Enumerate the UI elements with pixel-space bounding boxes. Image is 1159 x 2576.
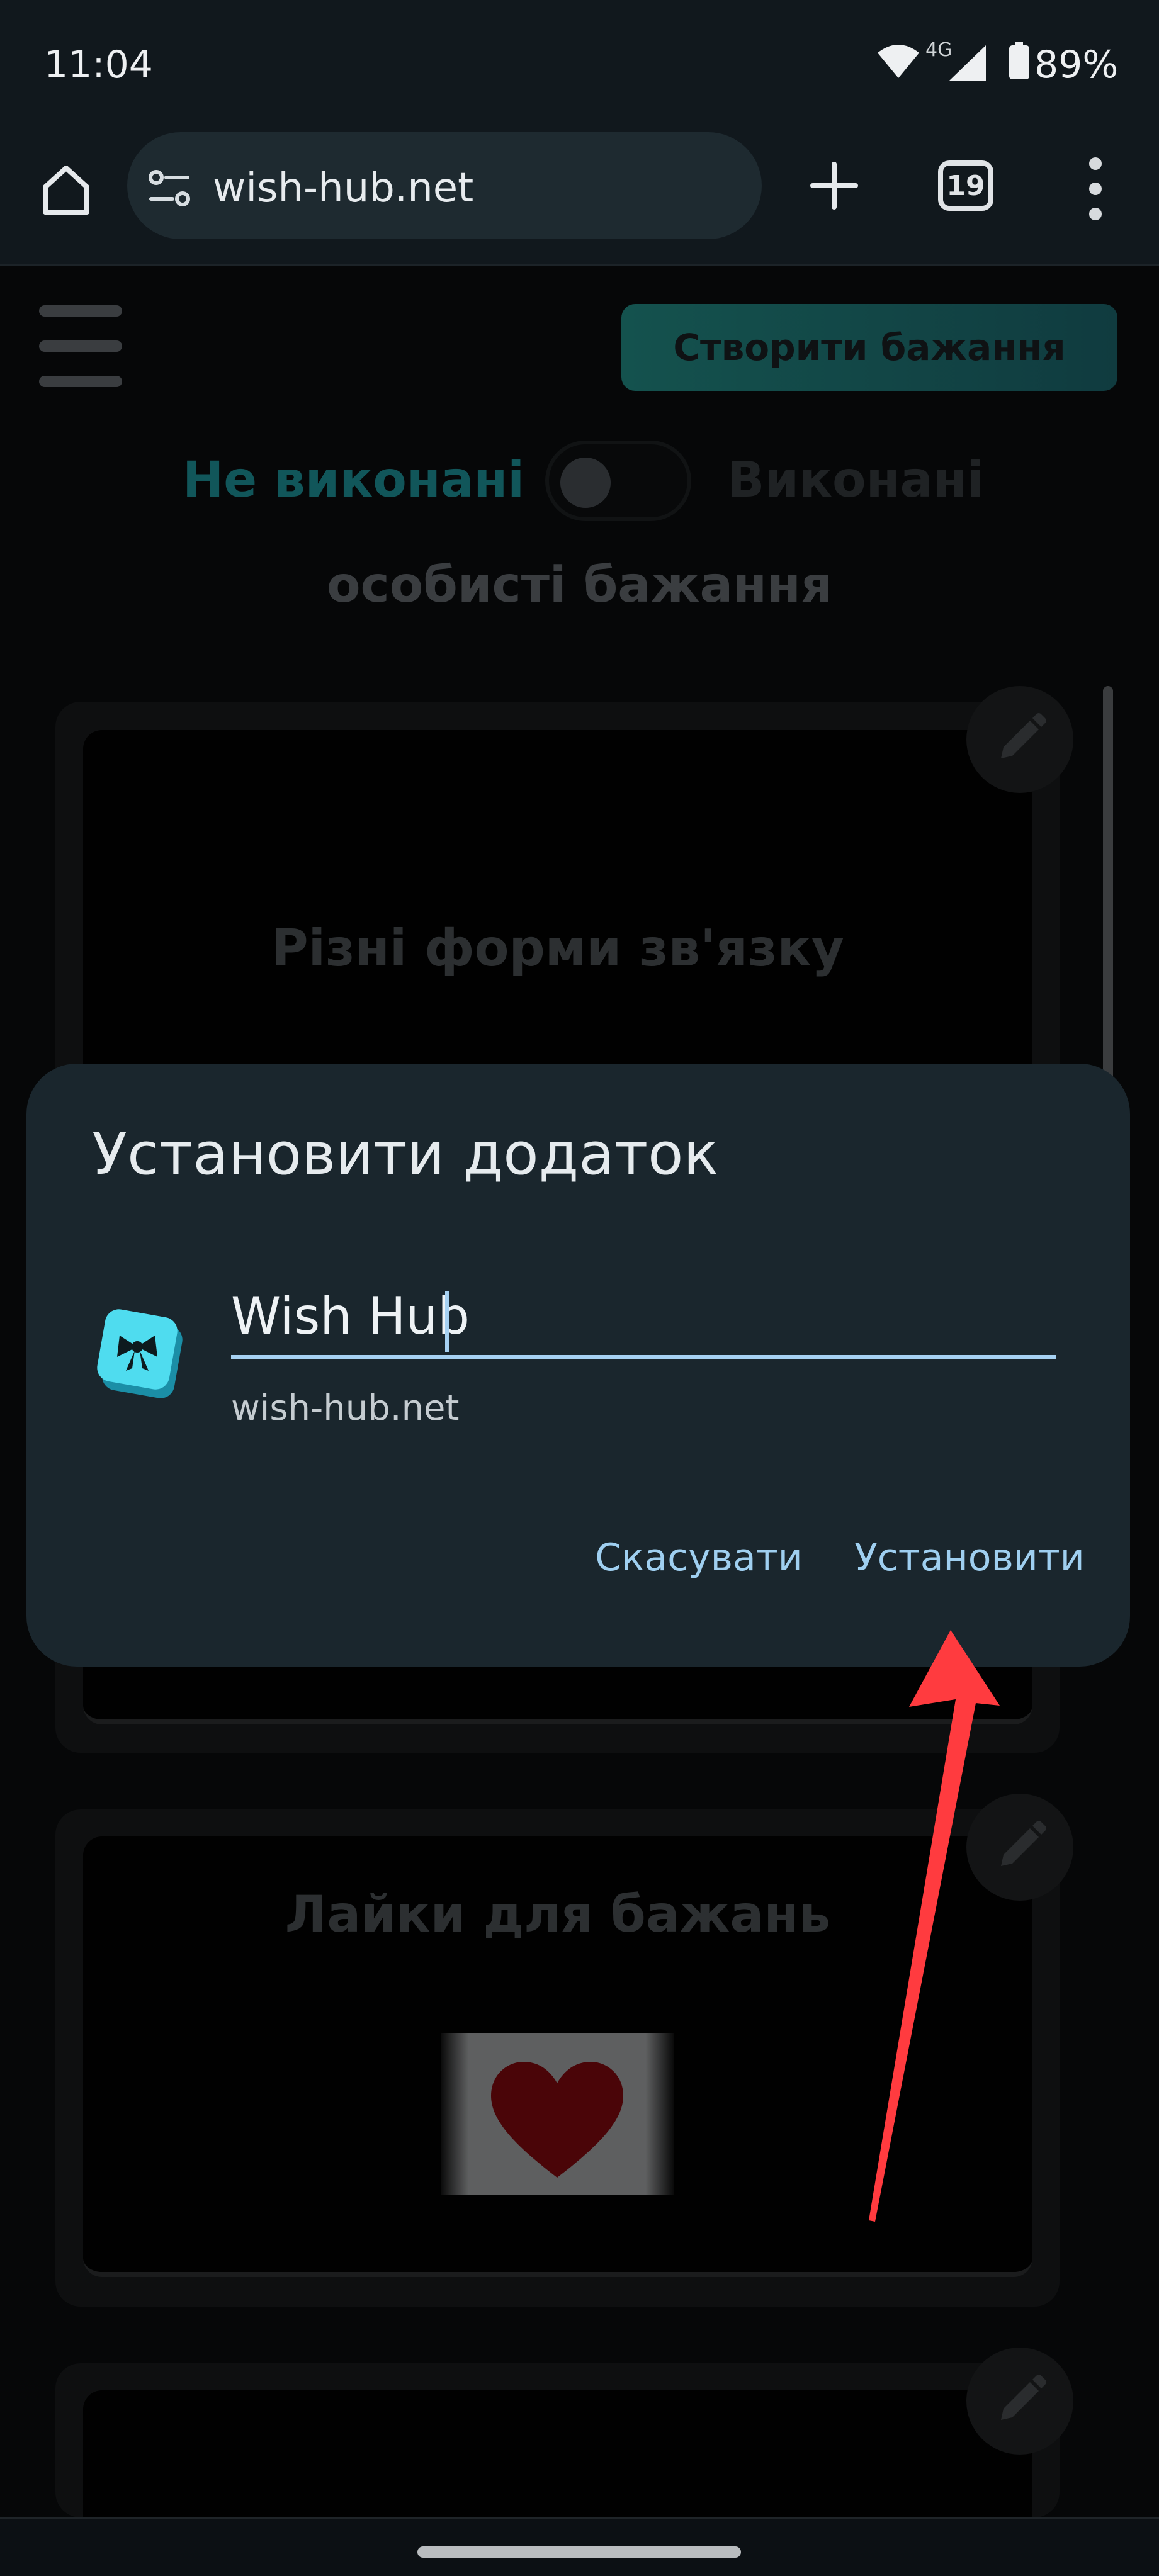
new-tab-button[interactable] — [800, 151, 869, 220]
toggle-knob — [560, 458, 611, 508]
pointer-arrow-icon — [856, 1617, 1007, 2234]
menu-dot — [1089, 208, 1102, 220]
text-caret — [445, 1291, 449, 1352]
tab-switcher-button[interactable]: 19 — [938, 160, 993, 211]
menu-dot — [1089, 183, 1102, 195]
gesture-handle[interactable] — [417, 2546, 741, 2558]
cancel-button[interactable]: Скасувати — [585, 1523, 812, 1592]
dialog-title: Установити додаток — [92, 1120, 719, 1188]
app-url: wish-hub.net — [231, 1388, 460, 1429]
home-icon — [43, 166, 89, 215]
wifi-icon — [876, 42, 920, 79]
install-button[interactable]: Установити — [844, 1523, 1095, 1592]
hamburger-menu-button[interactable] — [39, 305, 122, 387]
status-time: 11:04 — [44, 43, 153, 87]
signal-icon — [949, 45, 987, 81]
url-text[interactable]: wish-hub.net — [213, 165, 473, 211]
site-settings-icon[interactable] — [146, 165, 193, 211]
tab-undone[interactable]: Не виконані — [183, 452, 524, 509]
heart-icon — [491, 2062, 623, 2178]
browser-menu-button[interactable] — [1080, 157, 1111, 220]
pencil-icon — [1001, 2375, 1046, 2420]
edit-wish-button[interactable] — [966, 2348, 1073, 2455]
wish-card-title: Різні форми зв'язку — [271, 919, 844, 977]
edit-wish-button[interactable] — [966, 686, 1073, 793]
battery-percent: 89% — [1034, 43, 1119, 87]
menu-dot — [1089, 157, 1102, 170]
app-icon — [96, 1308, 184, 1398]
create-wish-button[interactable]: Створити бажання — [621, 304, 1117, 391]
plus-icon — [810, 162, 858, 210]
section-title: особисті бажання — [326, 557, 833, 614]
wish-image — [441, 2033, 674, 2195]
tab-done[interactable]: Виконані — [727, 452, 984, 509]
home-button[interactable] — [31, 154, 101, 223]
scrollbar[interactable] — [1103, 686, 1113, 1089]
battery-icon — [1009, 42, 1029, 79]
wish-card-inner — [83, 2390, 1032, 2517]
network-type-label: 4G — [925, 39, 953, 61]
pencil-icon — [1001, 713, 1046, 758]
app-name-input[interactable] — [231, 1284, 1056, 1359]
